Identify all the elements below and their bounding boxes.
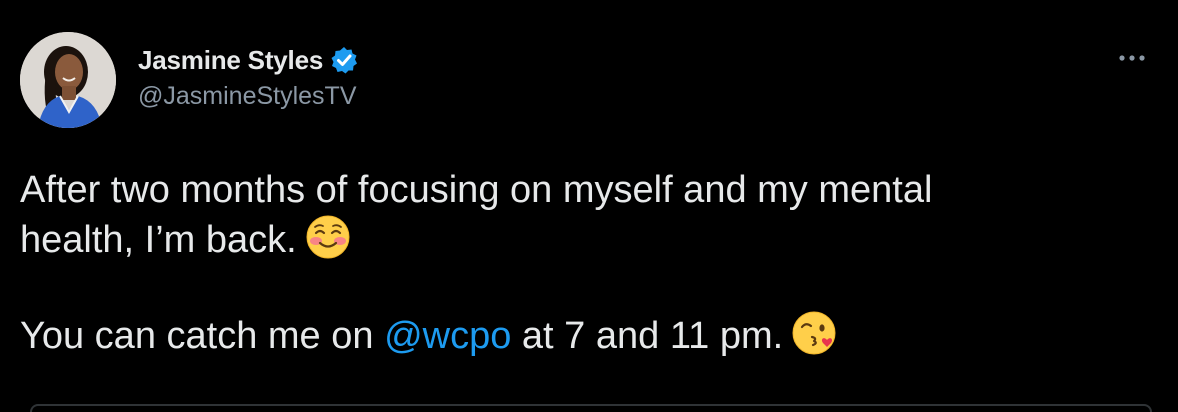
author-name-row: Jasmine Styles: [138, 42, 359, 78]
tweet-line-2: health, I’m back.: [20, 214, 1160, 262]
verified-badge-icon: [329, 45, 359, 75]
face-blowing-kiss-emoji-icon: [791, 310, 837, 356]
tweet-line-3: You can catch me on @wcpo at 7 and 11 pm…: [20, 310, 1160, 358]
tweet-card: Jasmine Styles @JasmineStylesTV After tw…: [0, 0, 1178, 412]
mention-link[interactable]: @wcpo: [384, 315, 511, 357]
tweet-line-3-prefix: You can catch me on: [20, 315, 385, 357]
smiling-face-with-blush-emoji-icon: [305, 214, 351, 260]
more-options-icon[interactable]: [1114, 46, 1150, 70]
tweet-line-2-text: health, I’m back.: [20, 219, 297, 261]
tweet-text: After two months of focusing on myself a…: [20, 166, 1160, 358]
tweet-line-1: After two months of focusing on myself a…: [20, 169, 933, 211]
author-handle[interactable]: @JasmineStylesTV: [138, 82, 357, 111]
embedded-card-edge: [30, 404, 1152, 412]
tweet-line-3-suffix: at 7 and 11 pm.: [511, 315, 784, 357]
avatar-photo-icon: [20, 32, 116, 128]
author-display-name[interactable]: Jasmine Styles: [138, 45, 323, 76]
avatar[interactable]: [20, 32, 116, 128]
